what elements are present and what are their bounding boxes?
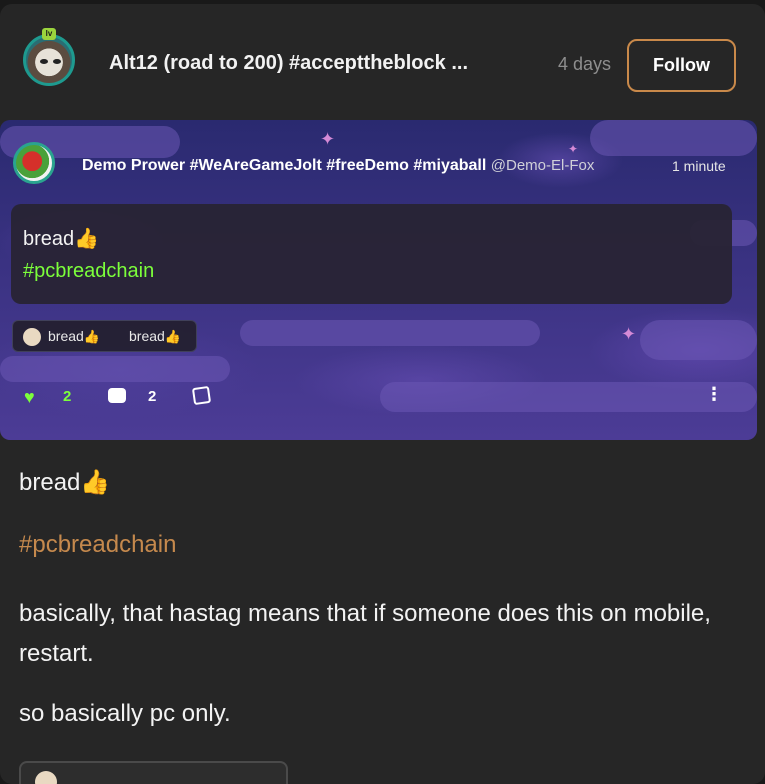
embed-author-avatar[interactable] bbox=[13, 142, 55, 184]
author-avatar[interactable]: lv bbox=[23, 28, 75, 86]
star-decoration: ✦ bbox=[568, 142, 579, 156]
embed-author-handle[interactable]: @Demo-El-Fox bbox=[491, 157, 595, 174]
post-last-line: so basically pc only. bbox=[19, 700, 231, 727]
post-hashtag[interactable]: #pcbreadchain bbox=[19, 531, 176, 559]
avatar-badge: lv bbox=[42, 28, 56, 40]
star-decoration: ✦ bbox=[621, 324, 637, 344]
follow-button[interactable]: Follow bbox=[627, 39, 736, 92]
heart-icon[interactable]: ♥ bbox=[24, 388, 35, 406]
chip-text-1: bread bbox=[48, 328, 84, 344]
embed-actions: ♥ 2 2 ⋮ bbox=[0, 380, 757, 410]
thumbs-up-icon: 👍 bbox=[80, 469, 111, 496]
like-count[interactable]: 2 bbox=[63, 388, 71, 405]
author-name[interactable]: Alt12 (road to 200) #accepttheblock ... bbox=[109, 50, 521, 76]
embed-author-name[interactable]: Demo Prower #WeAreGameJolt #freeDemo #mi… bbox=[82, 157, 486, 174]
post-time[interactable]: 4 days bbox=[558, 54, 611, 75]
embedded-post[interactable]: ✦ ✦ ✦ Demo Prower #WeAreGameJolt #freeDe… bbox=[0, 120, 757, 440]
star-decoration: ✦ bbox=[320, 129, 336, 149]
embed-hashtag[interactable]: #pcbreadchain bbox=[23, 260, 154, 283]
chip-avatar bbox=[23, 328, 41, 346]
thumbs-up-icon: 👍 bbox=[164, 329, 181, 344]
post-header: lv Alt12 (road to 200) #accepttheblock .… bbox=[0, 4, 765, 118]
thumbs-up-icon: 👍 bbox=[83, 329, 100, 344]
thumbs-up-icon: 👍 bbox=[74, 228, 100, 250]
embed-body-text: bread bbox=[23, 228, 75, 250]
post-card: lv Alt12 (road to 200) #accepttheblock .… bbox=[0, 4, 765, 784]
embed-sticker-chip[interactable]: bread👍 bread👍 bbox=[12, 320, 197, 352]
post-paragraph: basically, that hastag means that if som… bbox=[19, 600, 711, 667]
comment-icon[interactable] bbox=[108, 388, 126, 403]
embed-time[interactable]: 1 minute bbox=[672, 158, 726, 174]
embed-body: bread👍 #pcbreadchain bbox=[11, 204, 732, 304]
comment-count[interactable]: 2 bbox=[148, 388, 156, 405]
chip-text-2: bread bbox=[129, 328, 165, 344]
post-text-line: bread bbox=[19, 469, 81, 496]
more-vertical-icon[interactable]: ⋮ bbox=[705, 384, 723, 405]
share-icon[interactable] bbox=[191, 385, 212, 406]
